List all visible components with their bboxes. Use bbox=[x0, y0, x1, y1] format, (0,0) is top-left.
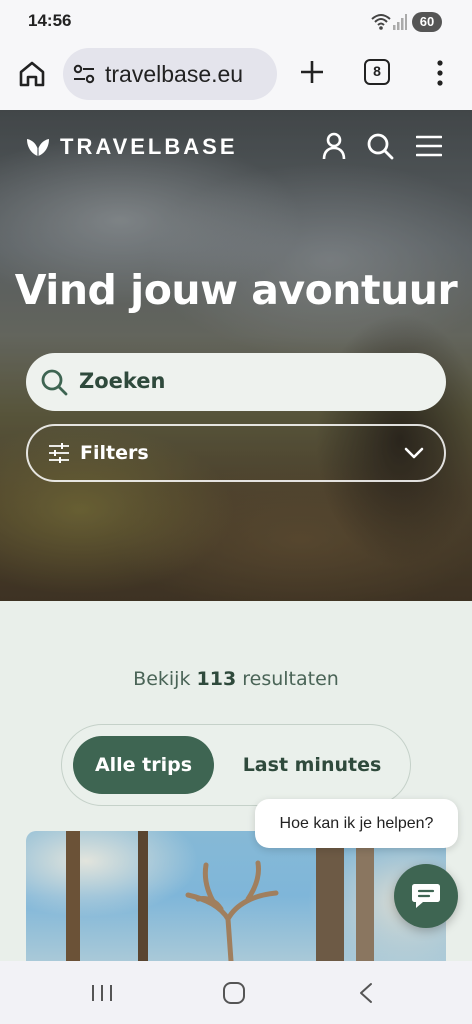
menu-icon[interactable] bbox=[416, 134, 442, 158]
chat-bubble-icon bbox=[412, 884, 440, 908]
battery-icon: 60 bbox=[412, 12, 442, 32]
search-placeholder: Zoeken bbox=[79, 369, 166, 393]
user-icon[interactable] bbox=[322, 132, 346, 160]
brand-name: TRAVELBASE bbox=[60, 134, 238, 159]
tab-alle-trips[interactable]: Alle trips bbox=[73, 736, 214, 794]
more-vert-icon[interactable] bbox=[430, 58, 450, 88]
status-time: 14:56 bbox=[28, 11, 72, 30]
search-icon[interactable] bbox=[366, 132, 394, 160]
browser-toolbar: travelbase.eu 8 bbox=[0, 44, 472, 110]
recent-apps-icon[interactable] bbox=[90, 983, 114, 1003]
home-button-icon[interactable] bbox=[222, 981, 246, 1005]
search-icon bbox=[41, 369, 68, 396]
address-bar[interactable]: travelbase.eu bbox=[63, 48, 277, 100]
leaf-logo-icon bbox=[27, 139, 49, 156]
hero-section: TRAVELBASE Vind jouw avontuur Zoeken Fil… bbox=[0, 110, 472, 601]
trip-card-image[interactable] bbox=[26, 831, 446, 961]
tabs-icon[interactable]: 8 bbox=[364, 59, 390, 85]
plus-icon[interactable] bbox=[298, 58, 326, 86]
chevron-down-icon bbox=[404, 447, 424, 459]
wifi-icon bbox=[371, 14, 391, 30]
chat-prompt-bubble[interactable]: Hoe kan ik je helpen? bbox=[255, 799, 458, 848]
sliders-icon bbox=[49, 443, 69, 463]
site-logo[interactable]: TRAVELBASE bbox=[26, 134, 238, 160]
signal-icon bbox=[393, 14, 407, 30]
system-navigation-bar bbox=[0, 961, 472, 1024]
home-icon[interactable] bbox=[16, 58, 48, 90]
results-number: 113 bbox=[196, 668, 237, 690]
trip-type-toggle: Alle trips Last minutes bbox=[61, 724, 411, 806]
url-text: travelbase.eu bbox=[105, 61, 244, 87]
results-suffix: resultaten bbox=[242, 668, 339, 690]
antler-decoration bbox=[185, 860, 279, 961]
results-prefix: Bekijk bbox=[133, 668, 191, 690]
status-bar: 14:56 60 bbox=[0, 0, 472, 44]
filters-button[interactable]: Filters bbox=[26, 424, 446, 482]
search-input[interactable]: Zoeken bbox=[26, 353, 446, 411]
results-count: Bekijk 113 resultaten bbox=[0, 668, 472, 690]
hero-title: Vind jouw avontuur bbox=[14, 266, 458, 314]
chat-button[interactable] bbox=[394, 864, 458, 928]
filters-label: Filters bbox=[80, 442, 149, 464]
tab-last-minutes[interactable]: Last minutes bbox=[230, 736, 394, 794]
tune-icon[interactable] bbox=[73, 64, 95, 84]
back-icon[interactable] bbox=[358, 982, 374, 1004]
